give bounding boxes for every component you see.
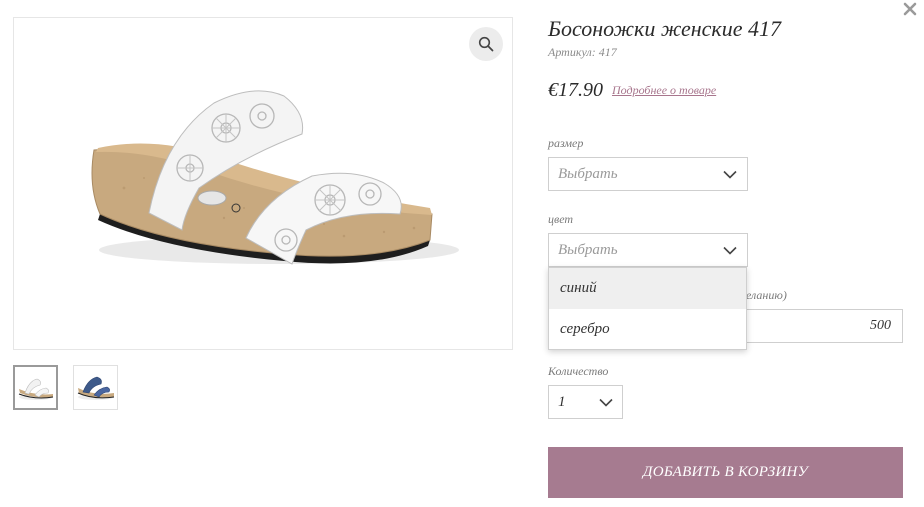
size-select-value: Выбрать [558, 166, 618, 182]
color-option-blue[interactable]: синий [549, 268, 746, 309]
add-to-cart-button[interactable]: ДОБАВИТЬ В КОРЗИНУ [548, 447, 903, 498]
color-dropdown-menu: синий серебро [548, 267, 747, 350]
chevron-down-icon [723, 246, 737, 255]
product-price: €17.90 [548, 79, 603, 101]
size-select[interactable]: Выбрать [548, 157, 748, 191]
chevron-down-icon [599, 398, 613, 407]
magnifier-icon [478, 36, 494, 52]
quantity-label: Количество [548, 364, 609, 378]
sandal-thumbnail-image [77, 376, 115, 400]
quantity-select-value: 1 [558, 394, 566, 410]
size-label: размер [548, 136, 584, 150]
sandal-image [91, 90, 459, 265]
sku-value: 417 [598, 45, 617, 59]
chevron-down-icon [723, 170, 737, 179]
sandal-thumbnail-image [18, 378, 54, 400]
amount-input-value: 500 [870, 318, 891, 333]
quantity-select[interactable]: 1 [548, 385, 623, 419]
thumbnail-blue[interactable] [73, 365, 118, 410]
close-icon [903, 2, 917, 16]
close-button[interactable] [902, 1, 918, 17]
sku-label: Артикул: [548, 45, 596, 59]
product-sku: Артикул: 417 [548, 45, 617, 60]
color-option-silver[interactable]: серебро [549, 309, 746, 350]
product-title: Босоножки женские 417 [548, 16, 781, 41]
product-details-link[interactable]: Подробнее о товаре [612, 83, 716, 98]
product-main-image[interactable] [13, 17, 513, 350]
zoom-button[interactable] [469, 27, 503, 61]
thumbnail-white[interactable] [13, 365, 58, 410]
color-select-value: Выбрать [558, 242, 618, 258]
color-label: цвет [548, 212, 574, 226]
amount-input[interactable]: 500 [735, 309, 903, 343]
color-select[interactable]: Выбрать [548, 233, 748, 267]
